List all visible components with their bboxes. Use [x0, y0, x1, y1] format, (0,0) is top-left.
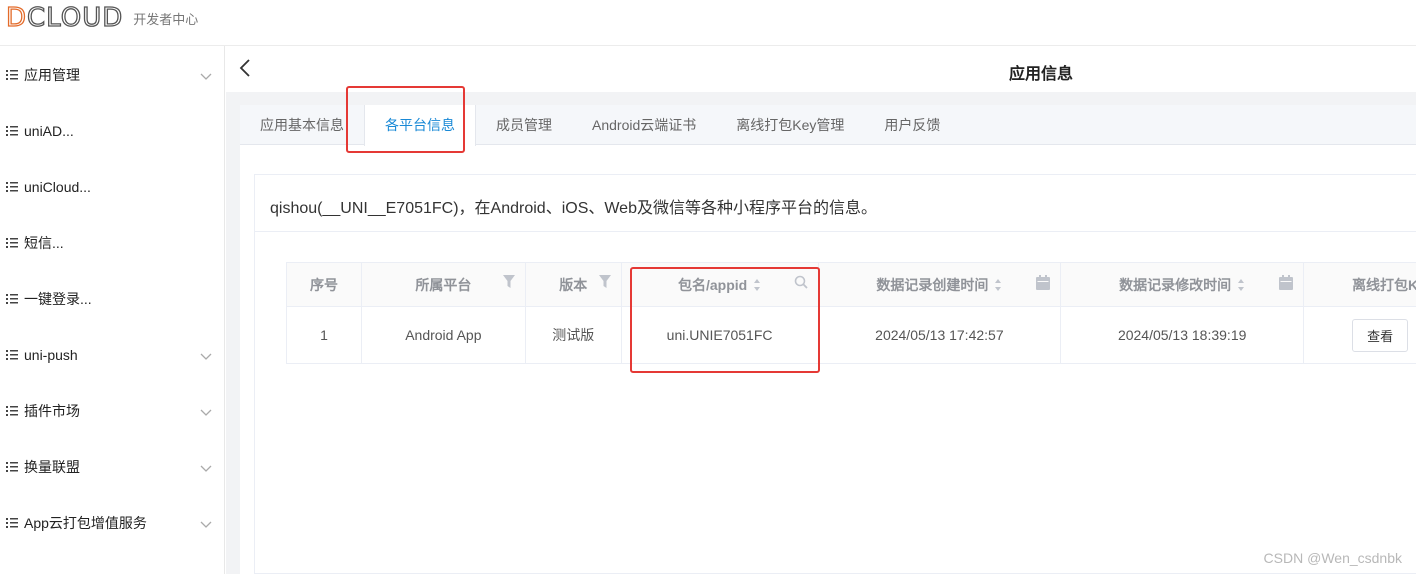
col-header-created[interactable]: 数据记录创建时间 [818, 263, 1062, 307]
cell-offline-key: 查看 [1304, 307, 1416, 364]
list-icon [6, 182, 18, 192]
sidebar-item-label: 插件市场 [24, 403, 80, 419]
col-header-platform: 所属平台 [361, 263, 526, 307]
sidebar-item-label: App云打包增值服务 [24, 515, 147, 531]
chevron-down-icon[interactable] [200, 461, 212, 473]
sort-icon[interactable] [753, 278, 761, 292]
tab-item[interactable]: 各平台信息 [364, 105, 476, 146]
sidebar-item[interactable]: 换量联盟 [0, 439, 224, 495]
sidebar-item[interactable]: uni-push [0, 327, 224, 383]
chevron-down-icon[interactable] [200, 405, 212, 417]
filter-icon[interactable] [502, 275, 515, 292]
sort-icon[interactable] [1237, 278, 1245, 292]
sidebar-item-label: uniAD... [24, 123, 74, 139]
chevron-down-icon[interactable] [200, 69, 212, 81]
sidebar-item[interactable]: 一键登录... [0, 271, 224, 327]
page-header: 应用信息 [226, 46, 1416, 92]
sidebar-item[interactable]: uniAD... [0, 103, 224, 159]
back-arrow-icon[interactable] [238, 58, 252, 78]
list-icon [6, 462, 18, 472]
cell-appid: uni.UNIE7051FC [621, 307, 819, 364]
tab-bar: 应用基本信息 各平台信息 成员管理 Android云端证书 离线打包Key管理 用户反馈 [240, 105, 1416, 146]
sidebar: 应用管理 uniAD... uniCloud... 短信... 一键登录... uni-p… [0, 46, 225, 574]
panel-description: qishou(__UNI__E7051FC)，在Android、iOS、Web及… [270, 200, 877, 217]
tab-item[interactable]: 应用基本信息 [240, 105, 364, 145]
platform-table: 序号 所属平台 版本 包名/appid 数据记录创建时间 数据记录修改时间 离线… [286, 262, 1416, 364]
chevron-down-icon[interactable] [200, 349, 212, 361]
sidebar-item[interactable]: uniCloud... [0, 159, 224, 215]
col-header-appid[interactable]: 包名/appid [621, 263, 819, 307]
list-icon [6, 238, 18, 248]
search-icon[interactable] [794, 275, 808, 292]
list-icon [6, 126, 18, 136]
cell-modified: 2024/05/13 18:39:19 [1061, 307, 1305, 364]
sidebar-item-label: 应用管理 [24, 67, 80, 83]
filter-icon[interactable] [598, 275, 611, 292]
calendar-icon[interactable] [1279, 275, 1294, 293]
tab-item[interactable]: 用户反馈 [864, 105, 960, 145]
logo-subtitle: 开发者中心 [133, 11, 199, 27]
sidebar-item[interactable]: App云打包增值服务 [0, 495, 224, 551]
chevron-down-icon[interactable] [200, 517, 212, 529]
list-icon [6, 70, 18, 80]
view-button[interactable]: 查看 [1352, 318, 1409, 352]
watermark: CSDN @Wen_csdnbk [1263, 550, 1402, 566]
col-header-modified[interactable]: 数据记录修改时间 [1061, 263, 1305, 307]
page-title: 应用信息 [1009, 66, 1074, 83]
sidebar-item-label: 一键登录... [24, 291, 92, 307]
sidebar-item[interactable]: 应用管理 [0, 47, 224, 103]
table-header: 序号 所属平台 版本 包名/appid 数据记录创建时间 数据记录修改时间 离线… [287, 263, 1416, 307]
sidebar-item-label: uni-push [24, 347, 78, 363]
col-header-version: 版本 [525, 263, 622, 307]
list-icon [6, 518, 18, 528]
cell-platform: Android App [361, 307, 526, 364]
dcloud-logo[interactable]: DCLOUD 开发者中心 [5, 3, 199, 33]
tab-item[interactable]: Android云端证书 [572, 105, 716, 145]
tab-item[interactable]: 离线打包Key管理 [716, 105, 864, 145]
list-icon [6, 294, 18, 304]
sort-icon[interactable] [994, 278, 1002, 292]
calendar-icon[interactable] [1036, 275, 1051, 293]
platform-info-panel: qishou(__UNI__E7051FC)，在Android、iOS、Web及… [254, 174, 1416, 574]
top-bar: DCLOUD 开发者中心 [0, 0, 1416, 46]
table-row: 1 Android App 测试版 uni.UNIE7051FC 2024/05… [287, 307, 1416, 364]
sidebar-item-label: 短信... [24, 235, 64, 251]
col-header-index: 序号 [287, 263, 362, 307]
tab-item[interactable]: 成员管理 [476, 105, 572, 145]
cell-version: 测试版 [525, 307, 622, 364]
logo-wordmark: DCLOUD [5, 3, 124, 33]
list-icon [6, 406, 18, 416]
cell-created: 2024/05/13 17:42:57 [818, 307, 1062, 364]
list-icon [6, 350, 18, 360]
sidebar-item[interactable]: 短信... [0, 215, 224, 271]
divider [255, 231, 1416, 232]
sidebar-item-label: uniCloud... [24, 179, 91, 195]
cell-index: 1 [287, 307, 362, 364]
app-info-card: 应用基本信息 各平台信息 成员管理 Android云端证书 离线打包Key管理 用户反馈 … [240, 105, 1416, 574]
sidebar-item[interactable]: 插件市场 [0, 383, 224, 439]
sidebar-item-label: 换量联盟 [24, 459, 80, 475]
main-content: 应用信息 应用基本信息 各平台信息 成员管理 Android云端证书 离线打包Key管理… [226, 46, 1416, 574]
col-header-offline-key: 离线打包Key [1304, 263, 1416, 307]
